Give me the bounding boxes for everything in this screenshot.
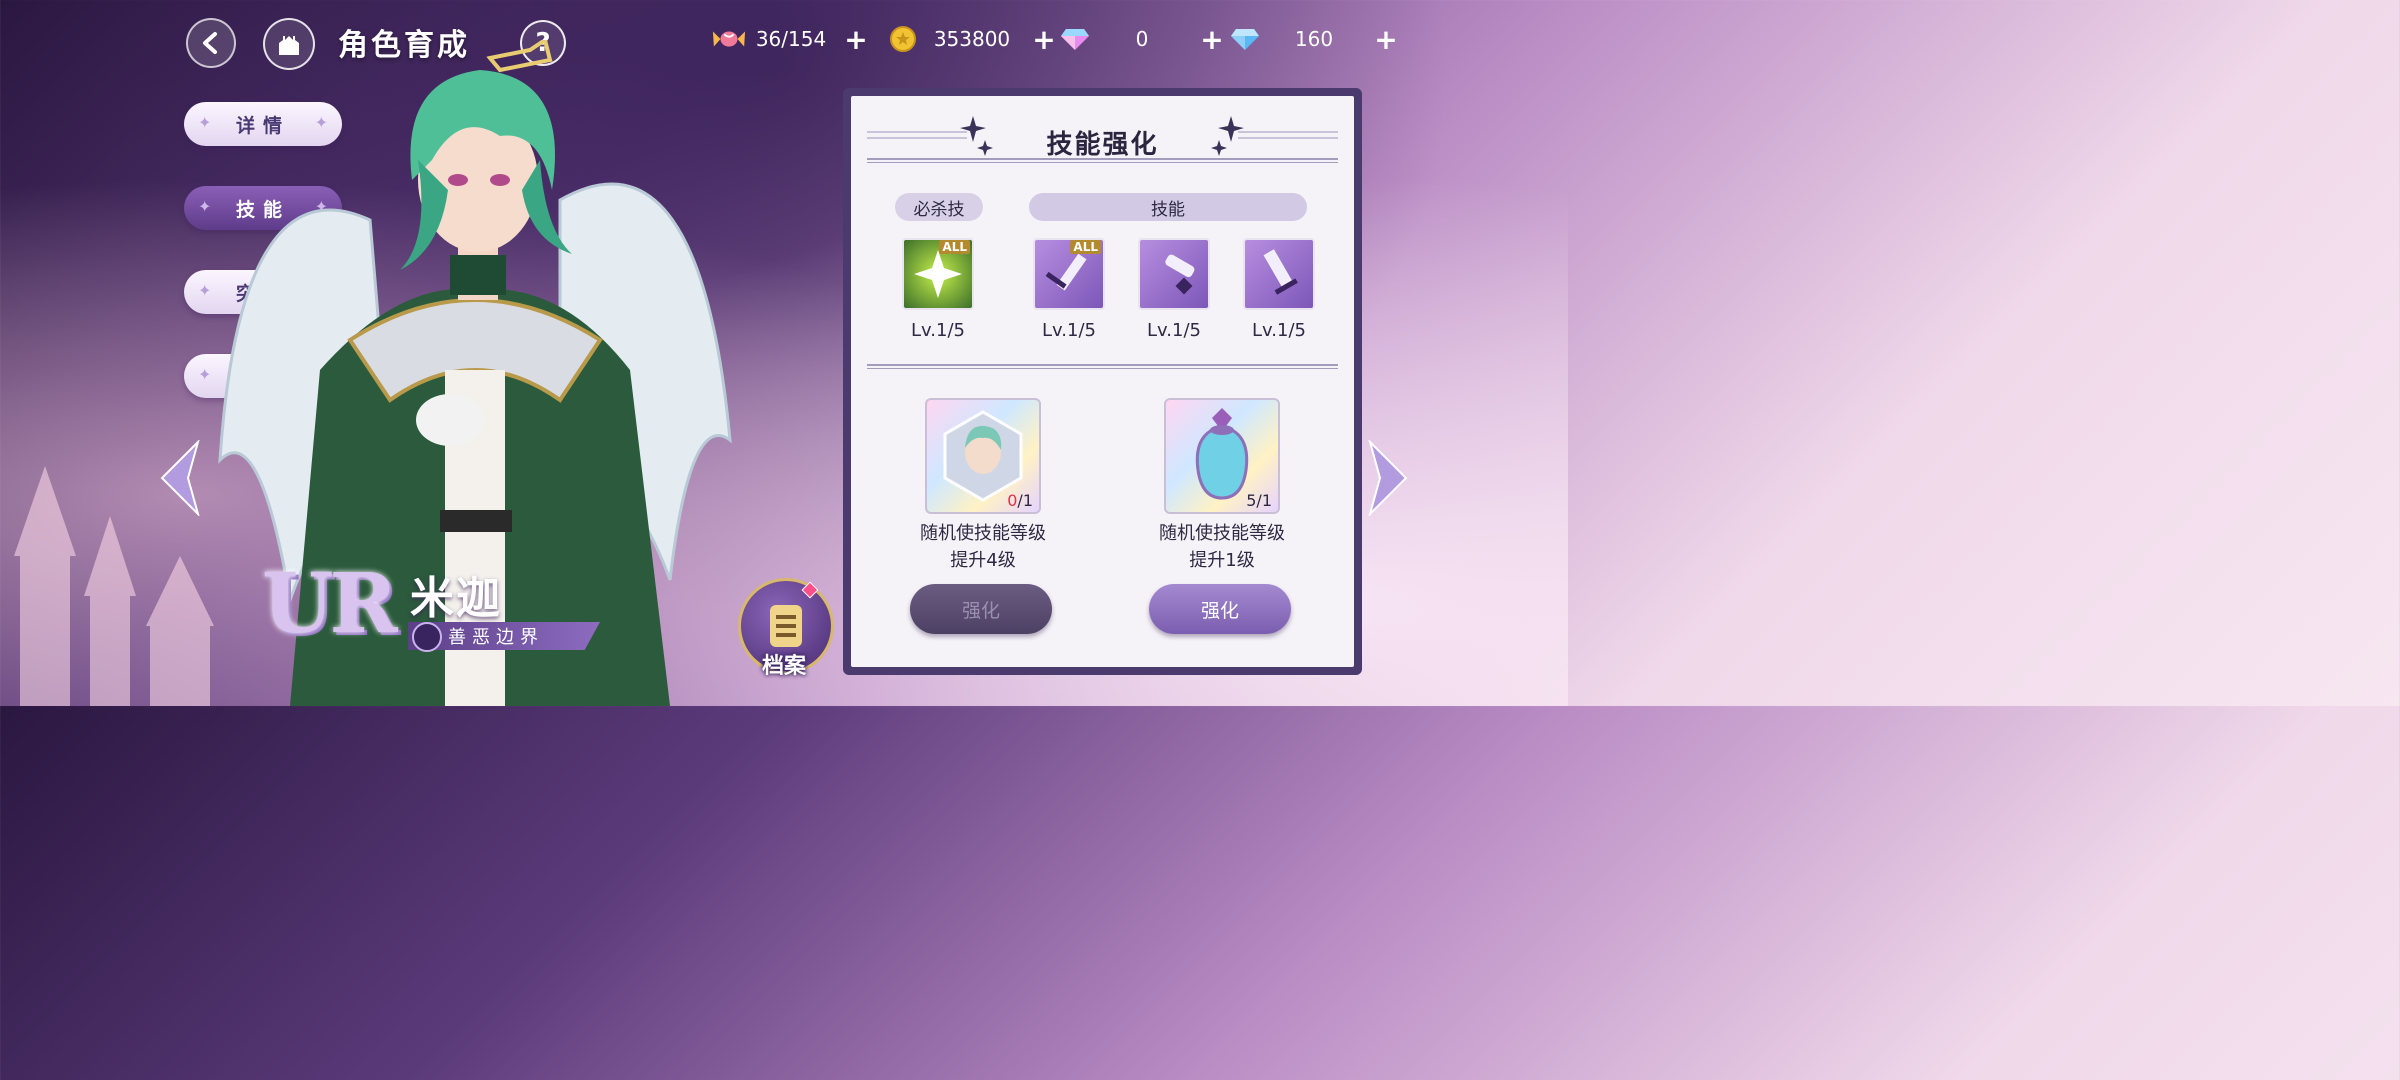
decor-lines (1238, 131, 1338, 139)
character-name: 米迦 (410, 573, 502, 624)
skill-2-icon[interactable] (1138, 238, 1210, 310)
panel-inner: 技能强化 必杀技 技能 ALL Lv.1/5 ALL Lv.1/5 Lv.1/5… (851, 96, 1354, 667)
all-badge: ALL (1070, 240, 1101, 254)
add-candy-button[interactable]: + (844, 23, 868, 56)
gold-value: 353800 (933, 27, 1011, 51)
item-description: 随机使技能等级 提升4级 (920, 523, 1046, 571)
diamond-value: 160 (1294, 27, 1334, 51)
skill-tag: 技能 (1029, 193, 1307, 221)
currency-diamond: 160 + (1228, 22, 1398, 56)
divider (867, 364, 1338, 369)
item-card-level-up-4[interactable]: 0/1 (925, 398, 1041, 514)
skill-3-level: Lv.1/5 (1252, 320, 1306, 341)
currency-gold: 353800 + (886, 22, 1056, 56)
blade-icon (1165, 254, 1195, 295)
ultimate-tag: 必杀技 (895, 193, 983, 221)
skill-enhance-panel: 技能强化 必杀技 技能 ALL Lv.1/5 ALL Lv.1/5 Lv.1/5… (843, 88, 1362, 675)
all-badge: ALL (939, 240, 970, 254)
ultimate-skill-level: Lv.1/5 (911, 320, 965, 341)
enhance-button-disabled[interactable]: 强化 (910, 584, 1052, 634)
skill-1-level: Lv.1/5 (1042, 320, 1096, 341)
item-count: 5/1 (1246, 491, 1272, 510)
add-gold-button[interactable]: + (1032, 23, 1056, 56)
dagger-icon (1263, 249, 1298, 295)
diamond-icon (1228, 25, 1262, 53)
ultimate-skill-icon[interactable]: ALL (902, 238, 974, 310)
emblem-icon (412, 622, 442, 652)
divider (867, 158, 1338, 163)
previous-character-arrow-icon[interactable] (160, 440, 200, 516)
add-diamond-button[interactable]: + (1374, 23, 1398, 56)
skill-1-icon[interactable]: ALL (1033, 238, 1105, 310)
item-count: 0/1 (1007, 491, 1033, 510)
skill-3-icon[interactable] (1243, 238, 1315, 310)
item-description: 随机使技能等级 提升1级 (1159, 523, 1285, 571)
gold-coin-icon (886, 25, 920, 53)
archive-label[interactable]: 档案 (752, 648, 816, 680)
rarity-label: UR (262, 556, 398, 652)
rainbow-gem-value: 0 (1135, 27, 1149, 51)
next-character-arrow-icon[interactable] (1368, 440, 1408, 516)
rainbow-gem-icon (1058, 25, 1092, 53)
item-card-level-up-1[interactable]: 5/1 (1164, 398, 1280, 514)
currency-rainbow-gem: 0 + (1058, 22, 1224, 56)
skill-2-level: Lv.1/5 (1147, 320, 1201, 341)
add-rainbow-gem-button[interactable]: + (1200, 23, 1224, 56)
enhance-button[interactable]: 强化 (1149, 584, 1291, 634)
document-icon (770, 605, 802, 647)
